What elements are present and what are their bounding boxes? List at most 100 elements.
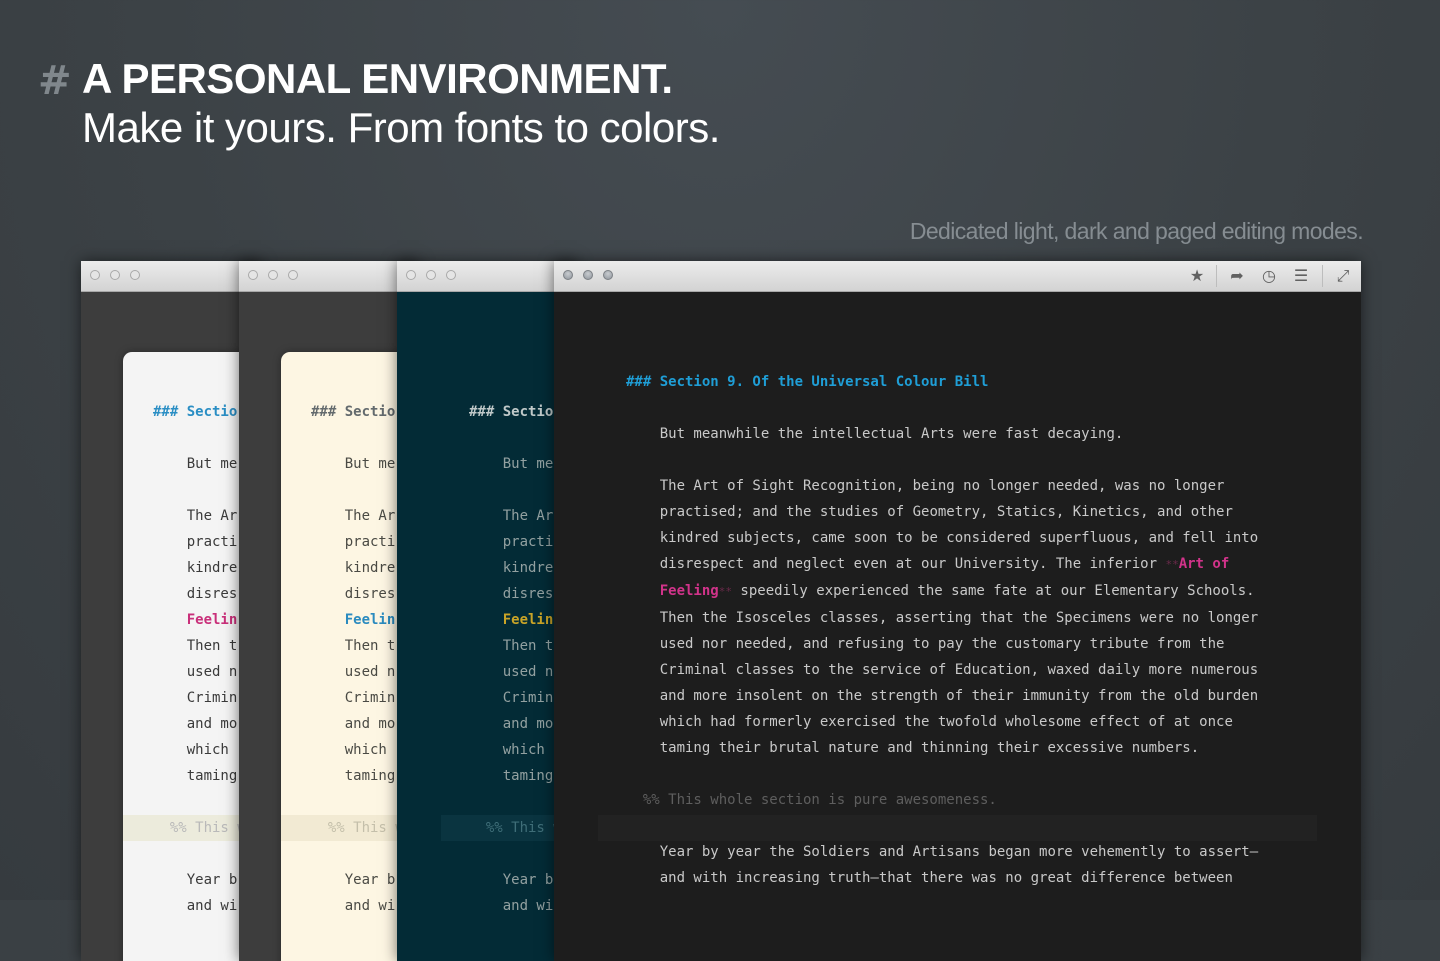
text-line: taming bbox=[186, 768, 238, 784]
text-line: and more insolent on the strength of the… bbox=[659, 688, 1259, 704]
document-text[interactable]: ### Sectio But me The Ar practi kindre d… bbox=[311, 399, 404, 919]
document-text[interactable]: ### Section 9. Of the Universal Colour B… bbox=[626, 369, 1258, 891]
minimize-button[interactable] bbox=[110, 270, 120, 280]
document-text[interactable]: ### Sectio But me The Ar practi kindre d… bbox=[153, 399, 246, 919]
hash-mark: # bbox=[38, 58, 72, 104]
minimize-button[interactable] bbox=[268, 270, 278, 280]
history-icon[interactable]: ◷ bbox=[1257, 265, 1281, 287]
minimize-button[interactable] bbox=[426, 270, 436, 280]
text-line: used nor needed, and refusing to pay the… bbox=[659, 636, 1225, 652]
minimize-button[interactable] bbox=[583, 270, 593, 280]
text-line: But me bbox=[186, 456, 238, 472]
editor-window-paged-light[interactable]: ### Sectio But me The Ar practi kindre d… bbox=[81, 261, 261, 961]
list-icon[interactable]: ☰ bbox=[1289, 265, 1313, 287]
zoom-button[interactable] bbox=[130, 270, 140, 280]
hero-caption: Dedicated light, dark and paged editing … bbox=[909, 218, 1364, 244]
text-line: disres bbox=[186, 586, 238, 602]
window-titlebar[interactable] bbox=[239, 261, 419, 292]
text-line: Crimin bbox=[344, 690, 396, 706]
text-line: and mo bbox=[186, 716, 238, 732]
toolbar-separator bbox=[1322, 265, 1323, 287]
text-line: Year b bbox=[344, 872, 396, 888]
editor-window-paged-sepia[interactable]: ### Sectio But me The Ar practi kindre d… bbox=[239, 261, 419, 961]
editor-window-dark-solarized[interactable]: ### Sectio But me The Ar practi kindre d… bbox=[397, 261, 577, 961]
text-line: Then t bbox=[344, 638, 396, 654]
section-heading: ### Sectio bbox=[311, 404, 396, 420]
text-line: The Ar bbox=[186, 508, 238, 524]
emphasis-text: Feelin bbox=[502, 612, 554, 628]
star-icon[interactable]: ★ bbox=[1185, 265, 1209, 287]
text-line: kindre bbox=[344, 560, 396, 576]
text-line: which had formerly exercised the twofold… bbox=[659, 714, 1233, 730]
text-line: which bbox=[344, 742, 396, 758]
fullscreen-icon[interactable]: ⤢ bbox=[1331, 265, 1355, 287]
text-line: speedily experienced the same fate at ou… bbox=[731, 583, 1255, 599]
text-line: But me bbox=[502, 456, 554, 472]
text-line: Criminal classes to the service of Educa… bbox=[659, 662, 1259, 678]
window-titlebar[interactable] bbox=[397, 261, 577, 292]
section-heading: ### Section 9. Of the Universal Colour B… bbox=[626, 374, 989, 390]
zoom-button[interactable] bbox=[446, 270, 456, 280]
text-line: taming their brutal nature and thinning … bbox=[659, 740, 1200, 756]
share-icon[interactable]: ➦ bbox=[1225, 265, 1249, 287]
editor-background[interactable]: ### Section 9. Of the Universal Colour B… bbox=[554, 292, 1361, 961]
text-line: The Ar bbox=[344, 508, 396, 524]
section-heading: ### Sectio bbox=[153, 404, 238, 420]
window-titlebar[interactable]: ★ ➦ ◷ ☰ ⤢ bbox=[554, 261, 1361, 292]
text-line: The Art of Sight Recognition, being no l… bbox=[659, 478, 1225, 494]
text-line: Then t bbox=[186, 638, 238, 654]
text-line: Year b bbox=[502, 872, 554, 888]
text-line: practised; and the studies of Geometry, … bbox=[659, 504, 1233, 520]
text-line: disrespect and neglect even at our Unive… bbox=[659, 556, 1166, 572]
text-line: kindre bbox=[502, 560, 554, 576]
text-line: practi bbox=[502, 534, 554, 550]
text-line: Year b bbox=[186, 872, 238, 888]
close-button[interactable] bbox=[248, 270, 258, 280]
text-line: and mo bbox=[344, 716, 396, 732]
window-titlebar[interactable] bbox=[81, 261, 261, 292]
close-button[interactable] bbox=[563, 270, 573, 280]
emphasis-text: Feeling bbox=[659, 583, 719, 599]
section-heading: ### Sectio bbox=[469, 404, 554, 420]
text-line: and with increasing truth—that there was… bbox=[659, 870, 1233, 886]
text-line: taming bbox=[344, 768, 396, 784]
text-line: taming bbox=[502, 768, 554, 784]
text-line: which bbox=[502, 742, 554, 758]
editor-background: ### Sectio But me The Ar practi kindre d… bbox=[239, 292, 419, 961]
text-line: and wi bbox=[502, 898, 554, 914]
text-line: disres bbox=[502, 586, 554, 602]
text-line: kindred subjects, came soon to be consid… bbox=[659, 530, 1259, 546]
text-line: used n bbox=[502, 664, 554, 680]
text-line: But me bbox=[344, 456, 396, 472]
close-button[interactable] bbox=[406, 270, 416, 280]
text-line: practi bbox=[344, 534, 396, 550]
document-text[interactable]: ### Sectio But me The Ar practi kindre d… bbox=[469, 399, 562, 919]
hero-subtitle: Make it yours. From fonts to colors. bbox=[82, 104, 720, 151]
zoom-button[interactable] bbox=[288, 270, 298, 280]
text-line: Crimin bbox=[502, 690, 554, 706]
emphasis-text: Feelin bbox=[186, 612, 238, 628]
zoom-button[interactable] bbox=[603, 270, 613, 280]
toolbar-separator bbox=[1216, 265, 1217, 287]
editor-window-dark[interactable]: ★ ➦ ◷ ☰ ⤢ ### Section 9. Of the Universa… bbox=[554, 261, 1361, 961]
text-line: The Ar bbox=[502, 508, 554, 524]
text-line: Then the Isosceles classes, asserting th… bbox=[659, 610, 1259, 626]
text-line: Crimin bbox=[186, 690, 238, 706]
comment-line: %% This whole section is pure awesomenes… bbox=[642, 792, 997, 808]
hero-title: A PERSONAL ENVIRONMENT. bbox=[82, 55, 673, 102]
text-line: practi bbox=[186, 534, 238, 550]
text-line: But meanwhile the intellectual Arts were… bbox=[659, 426, 1124, 442]
emphasis-text: Art of bbox=[1178, 556, 1230, 572]
text-line: which bbox=[186, 742, 238, 758]
editor-background: ### Sectio But me The Ar practi kindre d… bbox=[81, 292, 261, 961]
bold-marker: ** bbox=[1165, 558, 1179, 571]
bold-marker: ** bbox=[718, 585, 732, 598]
text-line: and wi bbox=[344, 898, 396, 914]
text-line: and wi bbox=[186, 898, 238, 914]
editor-background[interactable]: ### Sectio But me The Ar practi kindre d… bbox=[397, 292, 577, 961]
text-line: Then t bbox=[502, 638, 554, 654]
text-line: disres bbox=[344, 586, 396, 602]
text-line: Year by year the Soldiers and Artisans b… bbox=[659, 844, 1259, 860]
close-button[interactable] bbox=[90, 270, 100, 280]
comment-line: %% This w bbox=[485, 820, 562, 836]
